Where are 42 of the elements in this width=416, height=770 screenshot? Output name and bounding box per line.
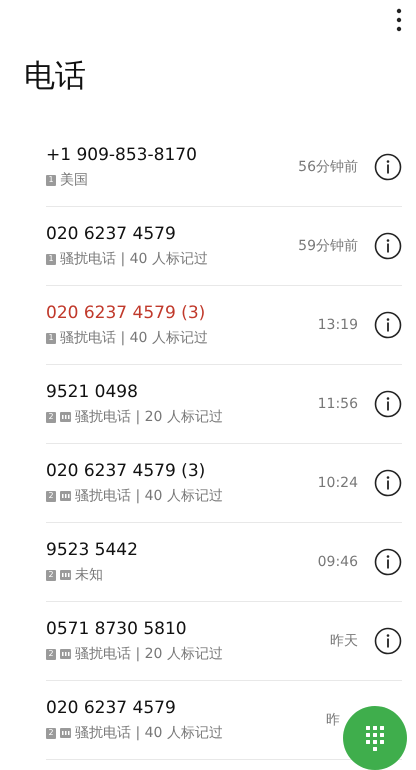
call-time: 11:56 (318, 396, 358, 412)
call-detail: 美国 (60, 171, 88, 189)
phone-number: +1 909-853-8170 (46, 145, 197, 165)
call-detail: 骚扰电话 | 20 人标记过 (75, 408, 223, 426)
phone-number: 020 6237 4579 (3) (46, 303, 206, 323)
call-detail: 骚扰电话 | 20 人标记过 (75, 645, 223, 663)
phone-number: 9523 5442 (46, 540, 138, 560)
call-detail: 骚扰电话 | 40 人标记过 (75, 724, 223, 742)
info-icon[interactable] (374, 548, 402, 576)
page-title: 电话 (24, 57, 86, 96)
phone-number: 020 6237 4579 (46, 224, 176, 244)
phone-number: 020 6237 4579 (3) (46, 461, 206, 481)
info-icon[interactable] (374, 153, 402, 181)
call-time: 09:46 (318, 554, 358, 570)
sim-badge: 1 (46, 174, 56, 186)
call-time: 13:19 (318, 317, 358, 333)
call-time: 昨天 (330, 632, 358, 650)
call-time: 56分钟前 (298, 158, 358, 176)
info-icon[interactable] (374, 390, 402, 418)
info-icon[interactable] (374, 627, 402, 655)
phone-number: 0571 8730 5810 (46, 619, 187, 639)
sim-badge: 2 (46, 490, 56, 502)
call-detail: 骚扰电话 | 40 人标记过 (75, 487, 223, 505)
phone-number: 020 6237 4579 (46, 698, 176, 718)
info-icon[interactable] (374, 232, 402, 260)
call-time: 昨 (326, 711, 340, 729)
sim-badge: 2 (46, 570, 56, 580)
sim-badge: 2 (46, 728, 56, 738)
call-detail: 骚扰电话 | 40 人标记过 (60, 250, 208, 268)
sim-badge: 1 (46, 332, 56, 344)
call-detail: 未知 (75, 566, 103, 584)
dialpad-icon (365, 725, 385, 751)
info-icon[interactable] (374, 469, 402, 497)
phone-number: 9521 0498 (46, 382, 138, 402)
call-time: 10:24 (318, 475, 358, 491)
more-options-icon[interactable] (396, 8, 402, 32)
sim-badge: 2 (46, 648, 56, 660)
sim-badge: 2 (46, 412, 56, 422)
call-detail: 骚扰电话 | 40 人标记过 (60, 329, 208, 347)
sim-badge: 1 (46, 254, 56, 264)
call-time: 59分钟前 (298, 237, 358, 255)
info-icon[interactable] (374, 311, 402, 339)
